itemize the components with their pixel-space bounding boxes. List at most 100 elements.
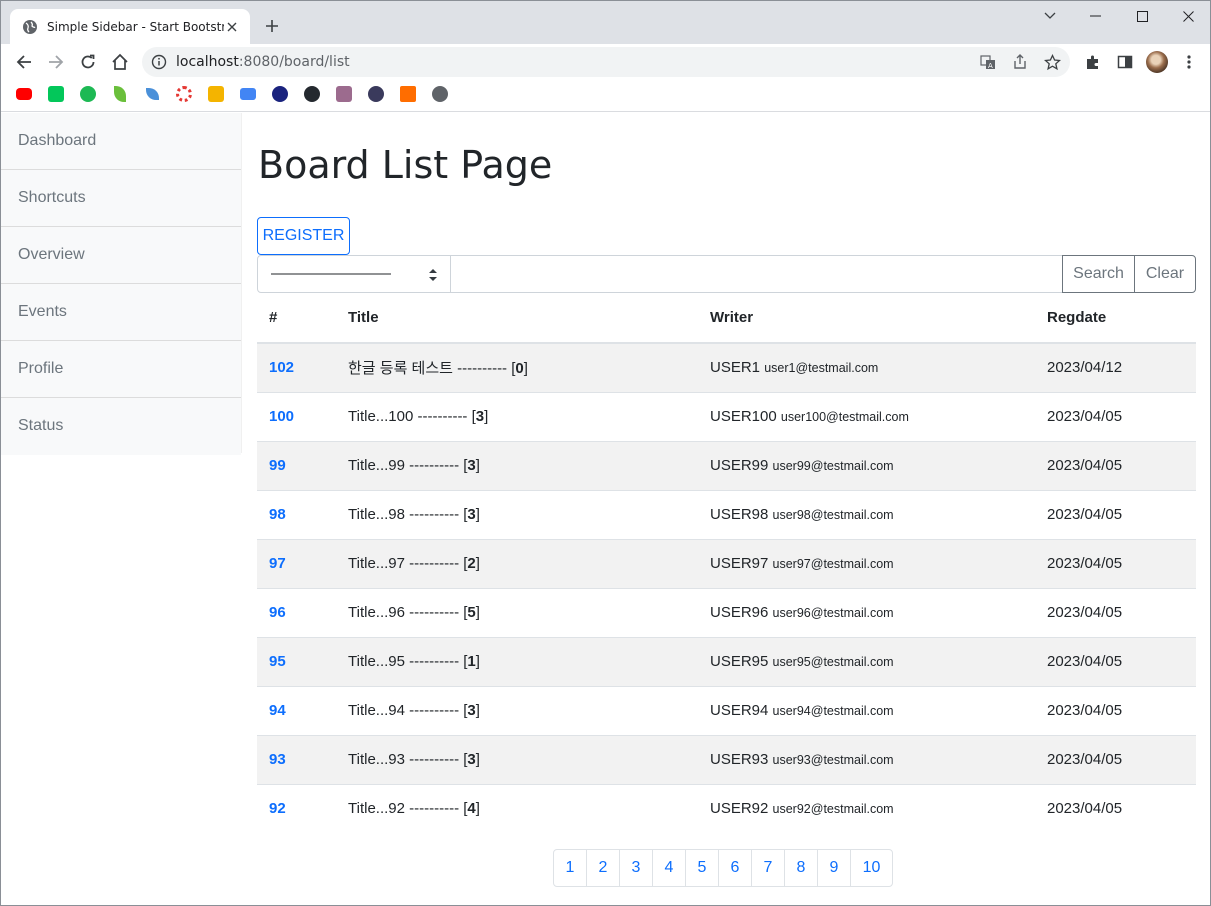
sidepanel-icon[interactable] [1115, 52, 1135, 72]
post-number-link[interactable]: 94 [269, 702, 286, 719]
page-link-4[interactable]: 4 [652, 849, 686, 887]
row-regdate: 2023/04/05 [1035, 441, 1196, 491]
post-title[interactable]: Title...99 ---------- [ [348, 457, 467, 474]
header-writer: Writer [698, 293, 1035, 344]
globe-bookmark-icon[interactable] [432, 86, 448, 102]
reply-count: 3 [467, 702, 476, 719]
reply-count: 3 [467, 506, 476, 523]
classroom-bookmark-icon[interactable] [208, 86, 224, 102]
table-row[interactable]: 95 Title...95 ---------- [1] USER95 user95… [257, 637, 1196, 687]
green-circle-bookmark-icon[interactable] [80, 86, 96, 102]
reply-count: 2 [467, 555, 476, 572]
sidebar-item-overview[interactable]: Overview [1, 227, 241, 284]
table-row[interactable]: 100 Title...100 ---------- [3] USER100 use… [257, 392, 1196, 442]
table-row[interactable]: 94 Title...94 ---------- [3] USER94 user94… [257, 686, 1196, 736]
table-row[interactable]: 102 한글 등록 테스트 ---------- [0] USER1 user1@t… [257, 343, 1196, 393]
search-input[interactable] [450, 255, 1063, 293]
post-number-link[interactable]: 97 [269, 555, 286, 572]
post-title[interactable]: Title...97 ---------- [ [348, 555, 467, 572]
minimize-icon[interactable] [1072, 5, 1118, 27]
post-number-link[interactable]: 102 [269, 359, 294, 376]
page-link-10[interactable]: 10 [850, 849, 893, 887]
table-row[interactable]: 93 Title...93 ---------- [3] USER93 user93… [257, 735, 1196, 785]
post-number-link[interactable]: 95 [269, 653, 286, 670]
post-title[interactable]: Title...96 ---------- [ [348, 604, 467, 621]
post-number-link[interactable]: 98 [269, 506, 286, 523]
clear-button[interactable]: Clear [1134, 255, 1196, 293]
address-bar[interactable]: localhost:8080/board/list A [142, 47, 1070, 77]
post-title[interactable]: Title...100 ---------- [ [348, 408, 476, 425]
cube-bookmark-icon[interactable] [400, 86, 416, 102]
page-link-2[interactable]: 2 [586, 849, 620, 887]
maximize-icon[interactable] [1119, 5, 1165, 27]
browser-tab[interactable]: Simple Sidebar - Start Bootstrap [10, 9, 250, 44]
table-row[interactable]: 99 Title...99 ---------- [3] USER99 user99… [257, 441, 1196, 491]
table-row[interactable]: 98 Title...98 ---------- [3] USER98 user98… [257, 490, 1196, 540]
sidebar-item-dashboard[interactable]: Dashboard [1, 113, 241, 170]
sidebar-item-status[interactable]: Status [1, 398, 241, 455]
table-row[interactable]: 96 Title...96 ---------- [5] USER96 user96… [257, 588, 1196, 638]
info-icon[interactable] [151, 54, 167, 70]
page-link-3[interactable]: 3 [619, 849, 653, 887]
page-link-7[interactable]: 7 [751, 849, 785, 887]
post-title[interactable]: Title...98 ---------- [ [348, 506, 467, 523]
share-icon[interactable] [1011, 53, 1029, 71]
dotted-circle-bookmark-icon[interactable] [176, 86, 192, 102]
url-text[interactable]: localhost:8080/board/list [176, 54, 350, 70]
close-icon[interactable] [224, 19, 240, 35]
owl-bookmark-icon[interactable] [272, 86, 288, 102]
row-number: 102 [257, 343, 336, 393]
table-row[interactable]: 97 Title...97 ---------- [2] USER97 user97… [257, 539, 1196, 589]
leaf-bookmark-icon[interactable] [114, 86, 126, 102]
character-bookmark-icon[interactable] [368, 86, 384, 102]
post-title[interactable]: Title...92 ---------- [ [348, 800, 467, 817]
row-regdate: 2023/04/12 [1035, 343, 1196, 393]
plus-icon[interactable] [261, 15, 283, 37]
board-table: # Title Writer Regdate 102 한글 등록 테스트 ----… [257, 293, 1196, 833]
back-icon[interactable] [10, 48, 38, 76]
page-link-1[interactable]: 1 [553, 849, 587, 887]
sidebar-item-profile[interactable]: Profile [1, 341, 241, 398]
page-link-6[interactable]: 6 [718, 849, 752, 887]
post-number-link[interactable]: 92 [269, 800, 286, 817]
window-close-icon[interactable] [1165, 5, 1210, 27]
extensions-icon[interactable] [1083, 52, 1103, 72]
post-title[interactable]: Title...94 ---------- [ [348, 702, 467, 719]
page-link-5[interactable]: 5 [685, 849, 719, 887]
reload-icon[interactable] [74, 48, 102, 76]
search-type-select[interactable]: ———————— [257, 255, 451, 293]
row-writer: USER95 user95@testmail.com [698, 637, 1035, 687]
naver-bookmark-icon[interactable] [48, 86, 64, 102]
youtube-bookmark-icon[interactable] [16, 88, 32, 100]
post-number-link[interactable]: 96 [269, 604, 286, 621]
post-number-link[interactable]: 100 [269, 408, 294, 425]
chevron-down-icon[interactable] [1027, 5, 1073, 27]
github-icon[interactable] [304, 86, 320, 102]
page-link-8[interactable]: 8 [784, 849, 818, 887]
post-title[interactable]: Title...95 ---------- [ [348, 653, 467, 670]
blue-rect-bookmark-icon[interactable] [240, 88, 256, 100]
table-row[interactable]: 92 Title...92 ---------- [4] USER92 user92… [257, 784, 1196, 833]
forward-icon[interactable] [42, 48, 70, 76]
feather-bookmark-icon[interactable] [146, 88, 159, 100]
register-button[interactable]: REGISTER [257, 217, 350, 255]
row-writer: USER97 user97@testmail.com [698, 539, 1035, 589]
profile-avatar[interactable] [1146, 51, 1168, 73]
home-icon[interactable] [106, 48, 134, 76]
post-title[interactable]: Title...93 ---------- [ [348, 751, 467, 768]
writer-email: user98@testmail.com [772, 508, 894, 522]
sidebar-item-shortcuts[interactable]: Shortcuts [1, 170, 241, 227]
post-number-link[interactable]: 93 [269, 751, 286, 768]
sidebar-item-events[interactable]: Events [1, 284, 241, 341]
writer-name: USER92 [710, 800, 769, 818]
search-button[interactable]: Search [1062, 255, 1135, 293]
post-title[interactable]: 한글 등록 테스트 ---------- [ [348, 360, 515, 377]
translate-icon[interactable]: A [979, 53, 997, 71]
star-icon[interactable] [1043, 53, 1061, 71]
photo-bookmark-icon[interactable] [336, 86, 352, 102]
page-link-9[interactable]: 9 [817, 849, 851, 887]
row-title: 한글 등록 테스트 ---------- [0] [336, 343, 698, 393]
post-number-link[interactable]: 99 [269, 457, 286, 474]
menu-icon[interactable] [1179, 52, 1199, 72]
writer-name: USER95 [710, 653, 769, 670]
